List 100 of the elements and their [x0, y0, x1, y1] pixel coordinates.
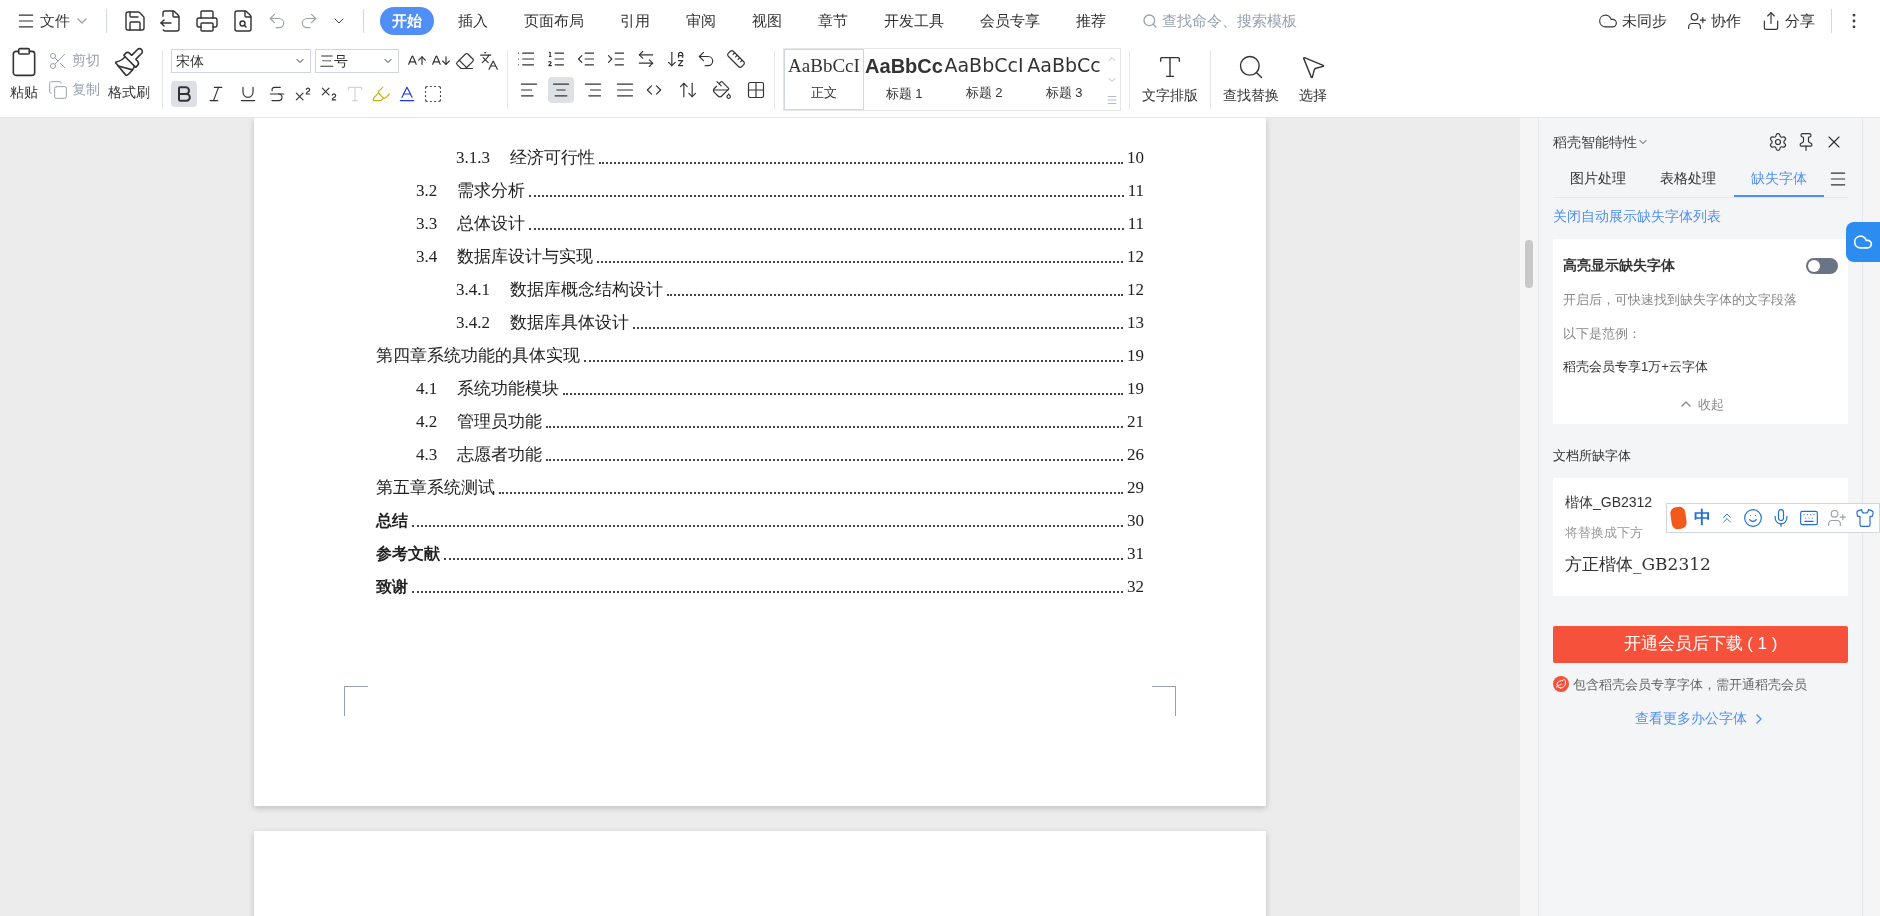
command-search-field[interactable]: 查找命令、搜索模板	[1142, 9, 1322, 33]
panel-tab[interactable]: 图片处理	[1553, 162, 1644, 197]
font-color-icon[interactable]	[397, 84, 417, 104]
print-icon[interactable]	[195, 9, 219, 33]
toc-entry[interactable]: 致谢	[376, 575, 408, 599]
toc-page-number: 26	[1127, 443, 1144, 466]
header-action-button[interactable]: 未同步	[1590, 9, 1675, 33]
toc-entry[interactable]: 3.4.1 数据库概念结构设计	[456, 276, 663, 302]
toc-page-number: 12	[1127, 278, 1144, 301]
emoji-icon[interactable]	[1743, 508, 1763, 528]
toc-page-number: 21	[1127, 410, 1144, 433]
search-icon	[1237, 53, 1265, 81]
skin-icon[interactable]	[1855, 508, 1875, 528]
font-size-dropdown[interactable]: 三号	[315, 49, 399, 73]
bold-button[interactable]	[171, 81, 197, 107]
search-icon	[1142, 13, 1158, 29]
ribbon-tab[interactable]: 视图	[740, 7, 794, 35]
align-center-button[interactable]	[548, 77, 574, 103]
pinyin-icon[interactable]	[479, 51, 499, 71]
toc-entry[interactable]: 第五章系统测试	[376, 474, 495, 500]
toc-page-number: 13	[1127, 311, 1144, 334]
keyboard-icon[interactable]	[1799, 508, 1819, 528]
toc-entry[interactable]: 4.3 志愿者功能	[416, 441, 543, 467]
character-border-icon[interactable]	[423, 84, 443, 104]
save-icon[interactable]	[123, 9, 147, 33]
margin-corner-mark	[1152, 686, 1176, 716]
ribbon-tab[interactable]: 页面布局	[512, 7, 596, 35]
toc-page-number: 32	[1127, 575, 1144, 598]
style-preset[interactable]: AaBbCc 标题 3	[1024, 49, 1104, 110]
style-preset[interactable]: AaBbCc 标题 1	[864, 49, 944, 110]
toc-page-number: 30	[1127, 509, 1144, 532]
highlight-toggle[interactable]	[1806, 257, 1838, 274]
line-spacing-icon[interactable]	[678, 80, 698, 100]
panel-title[interactable]: 稻壳智能特性	[1553, 131, 1649, 153]
numbered-list-icon[interactable]	[546, 49, 566, 69]
collapse-button[interactable]: 收起	[1563, 390, 1838, 418]
copy-icon	[48, 79, 68, 100]
toc-entry[interactable]: 3.4 数据库设计与实现	[416, 243, 594, 269]
example-label: 以下是范例：	[1563, 324, 1642, 343]
toc-entry[interactable]: 4.1 系统功能模块	[416, 375, 560, 401]
margin-corner-mark	[344, 686, 368, 716]
section-label: 文档所缺字体	[1553, 447, 1632, 465]
text-layout-button[interactable]: 文字排版	[1130, 42, 1210, 117]
scrollbar-thumb[interactable]	[1525, 240, 1533, 288]
eraser-icon[interactable]	[455, 51, 475, 71]
text-direction-icon[interactable]	[636, 49, 656, 69]
ribbon-tab[interactable]: 引用	[608, 7, 662, 35]
format-painter-button[interactable]: 格式刷	[108, 46, 150, 103]
user-icon[interactable]	[1827, 508, 1847, 528]
toc-entry[interactable]: 3.2 需求分析	[416, 177, 526, 203]
toc-entry[interactable]: 4.2 管理员功能	[416, 408, 543, 434]
replacement-font-name: 方正楷体_GB2312	[1565, 553, 1712, 576]
redo-icon[interactable]	[299, 11, 319, 31]
ribbon-tab[interactable]: 章节	[806, 7, 860, 35]
toc-entry[interactable]: 第四章系统功能的具体实现	[376, 342, 580, 368]
toc-page-number: 11	[1127, 179, 1144, 202]
style-preset[interactable]: AaBbCcI 正文	[784, 49, 864, 110]
sort-icon[interactable]	[666, 49, 686, 69]
ime-toolbar[interactable]: 中	[1666, 503, 1880, 533]
find-replace-button[interactable]: 查找替换	[1211, 42, 1291, 117]
toc-page-number: 19	[1127, 344, 1144, 367]
toc-page-number: 19	[1127, 377, 1144, 400]
example-text: 稻壳会员专享1万+云字体	[1563, 358, 1709, 376]
highlight-title: 高亮显示缺失字体	[1563, 256, 1675, 275]
cloud-button[interactable]	[1846, 222, 1880, 262]
toc-page-number: 29	[1127, 476, 1144, 499]
toc-page-number: 12	[1127, 245, 1144, 268]
ribbon-tab[interactable]: 会员专享	[968, 7, 1052, 35]
undo-icon[interactable]	[267, 11, 287, 31]
ribbon-tab[interactable]: 推荐	[1064, 7, 1118, 35]
settings-icon[interactable]	[1768, 132, 1788, 152]
cloud-icon	[1853, 232, 1873, 252]
export-icon[interactable]	[159, 9, 183, 33]
borders-icon[interactable]	[746, 80, 766, 100]
share-icon	[1761, 11, 1781, 31]
ruler-icon[interactable]	[726, 49, 746, 69]
toc-entry[interactable]: 3.3 总体设计	[416, 210, 526, 236]
ribbon-tab[interactable]: 开发工具	[872, 7, 956, 35]
header-action-button[interactable]: 分享	[1753, 9, 1823, 33]
paste-button[interactable]: 粘贴	[8, 46, 40, 103]
header-action-button[interactable]: 协作	[1679, 9, 1749, 33]
style-preset[interactable]: AaBbCcI 标题 2	[944, 49, 1024, 110]
toc-entry[interactable]: 3.4.2 数据库具体设计	[456, 309, 629, 335]
paintbrush-icon	[113, 46, 145, 78]
shading-icon[interactable]	[712, 80, 732, 100]
strikethrough-icon[interactable]	[267, 84, 287, 104]
toc-page-number: 10	[1127, 146, 1144, 169]
select-button[interactable]: 选择	[1291, 42, 1335, 117]
panel-tab[interactable]: 表格处理	[1643, 162, 1734, 197]
highlight-description: 开启后，可快速找到缺失字体的文字段落	[1563, 291, 1798, 309]
toc-entry[interactable]: 总结	[376, 509, 408, 533]
toc-entry[interactable]: 3.1.3 经济可行性	[456, 144, 595, 170]
replace-hint: 将替换成下方	[1565, 523, 1643, 542]
file-menu[interactable]: 文件	[12, 9, 94, 33]
preview-icon[interactable]	[231, 9, 255, 33]
ribbon-tab[interactable]: 插入	[446, 7, 500, 35]
toc-entry[interactable]: 参考文献	[376, 542, 440, 566]
ime-mode[interactable]: 中	[1694, 505, 1711, 531]
font-name-dropdown[interactable]: 宋体	[171, 49, 311, 73]
ribbon-tab[interactable]: 审阅	[674, 7, 728, 35]
